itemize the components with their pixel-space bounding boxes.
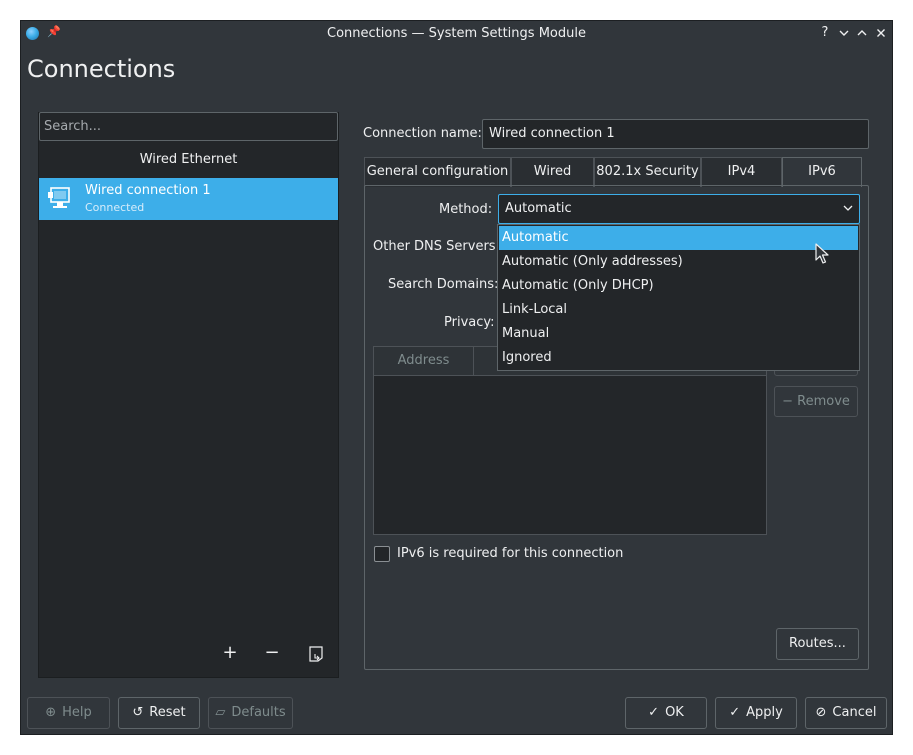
method-option-automatic[interactable]: Automatic: [499, 226, 858, 250]
tab-ipv4[interactable]: IPv4: [701, 157, 782, 187]
import-icon: [309, 646, 323, 662]
cancel-label: Cancel: [832, 705, 877, 720]
defaults-icon: ▱: [215, 705, 226, 720]
connection-name-field[interactable]: Wired connection 1: [482, 119, 869, 149]
remove-connection-button[interactable]: −: [261, 643, 283, 665]
remove-address-label: Remove: [797, 394, 850, 409]
add-connection-button[interactable]: +: [219, 643, 241, 665]
reset-button[interactable]: ↺ Reset: [118, 697, 200, 729]
mouse-cursor-icon: [815, 243, 829, 264]
window-title: Connections — System Settings Module: [327, 26, 586, 41]
connection-name: Wired connection 1: [85, 183, 211, 198]
check-icon: ✓: [729, 705, 741, 720]
check-icon: ✓: [648, 705, 660, 720]
reset-icon: ↺: [132, 705, 144, 720]
minus-icon: −: [782, 394, 793, 409]
method-option-ignored[interactable]: Ignored: [499, 346, 858, 370]
maximize-icon[interactable]: [854, 24, 870, 42]
page-title: Connections: [27, 55, 176, 83]
connection-item[interactable]: Wired connection 1 Connected: [39, 178, 338, 220]
help-button[interactable]: ⊕ Help: [27, 697, 110, 729]
method-label: Method:: [439, 202, 493, 217]
reset-label: Reset: [149, 705, 186, 720]
chevron-down-icon: [843, 205, 853, 211]
title-bar[interactable]: 📌 Connections — System Settings Module ?: [21, 21, 892, 47]
help-icon: ⊕: [45, 705, 57, 720]
minimize-icon[interactable]: [836, 24, 852, 42]
ipv6-required-label[interactable]: IPv6 is required for this connection: [397, 546, 623, 561]
method-option-link-local[interactable]: Link-Local: [499, 298, 858, 322]
method-option-automatic-only-dhcp[interactable]: Automatic (Only DHCP): [499, 274, 858, 298]
connection-name-label: Connection name:: [363, 126, 482, 141]
address-table[interactable]: Address: [373, 346, 767, 535]
method-option-manual[interactable]: Manual: [499, 322, 858, 346]
cancel-icon: ⊘: [815, 705, 827, 720]
ipv6-required-checkbox[interactable]: [374, 546, 390, 562]
ok-label: OK: [665, 705, 684, 720]
other-dns-label: Other DNS Servers:: [373, 239, 500, 254]
method-option-automatic-only-addresses[interactable]: Automatic (Only addresses): [499, 250, 858, 274]
defaults-button[interactable]: ▱ Defaults: [208, 697, 293, 729]
apply-button[interactable]: ✓ Apply: [715, 697, 797, 729]
method-combobox[interactable]: Automatic: [498, 194, 860, 224]
routes-button[interactable]: Routes...: [776, 628, 859, 660]
tab-wired[interactable]: Wired: [511, 157, 594, 187]
method-value: Automatic: [505, 201, 572, 216]
connection-status: Connected: [85, 201, 145, 214]
remove-address-button[interactable]: − Remove: [774, 386, 858, 417]
settings-window: 📌 Connections — System Settings Module ?…: [20, 20, 893, 735]
privacy-label: Privacy:: [444, 315, 495, 330]
import-connection-button[interactable]: [305, 643, 327, 665]
search-domains-label: Search Domains:: [388, 277, 499, 292]
tab-ipv6[interactable]: IPv6: [782, 157, 862, 187]
method-dropdown-list[interactable]: Automatic Automatic (Only addresses) Aut…: [497, 224, 860, 371]
defaults-label: Defaults: [231, 705, 286, 720]
help-label: Help: [62, 705, 92, 720]
address-column-header[interactable]: Address: [374, 347, 474, 376]
close-icon[interactable]: [873, 24, 889, 42]
group-header: Wired Ethernet: [139, 152, 238, 167]
ok-button[interactable]: ✓ OK: [625, 697, 707, 729]
help-context-icon[interactable]: ?: [817, 24, 833, 42]
tab-general-configuration[interactable]: General configuration: [364, 157, 511, 187]
cancel-button[interactable]: ⊘ Cancel: [805, 697, 887, 729]
apply-label: Apply: [746, 705, 783, 720]
network-wired-icon: [48, 187, 70, 208]
search-input[interactable]: [39, 112, 338, 141]
tab-8021x-security[interactable]: 802.1x Security: [594, 157, 701, 187]
